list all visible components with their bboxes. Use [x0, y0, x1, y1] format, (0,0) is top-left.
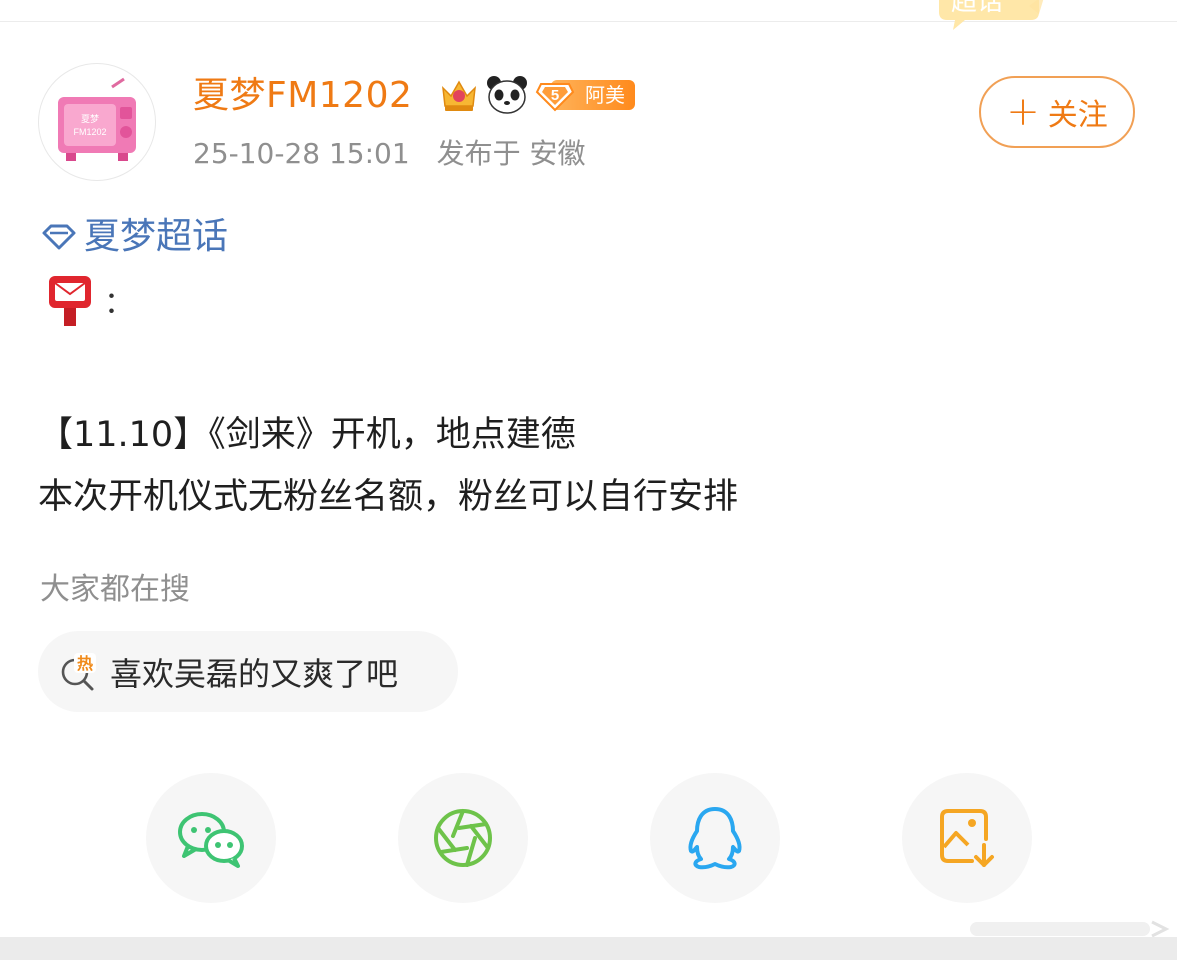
mailbox-colon: ： [104, 286, 134, 321]
super-topic-badge-text: 超话 [951, 0, 1003, 16]
follow-button[interactable]: + 关注 [979, 76, 1135, 148]
crown-icon[interactable] [437, 74, 481, 116]
avatar-caption-bottom: FM1202 [73, 127, 106, 137]
fan-level-badge[interactable]: 5 阿美 [535, 78, 635, 112]
super-topic-badge-icon: 超话 [939, 0, 1044, 30]
avatar-radio-icon: 夏梦 FM1202 [58, 77, 136, 161]
username[interactable]: 夏梦FM1202 [193, 72, 412, 120]
mailbox-line: ： [46, 274, 134, 326]
bottom-bar [0, 937, 1177, 960]
super-topic-label: 夏梦超话 [84, 216, 229, 257]
hot-search-icon: 热 [61, 652, 96, 690]
plus-icon: + [1006, 89, 1040, 135]
super-topic-link[interactable]: 夏梦超话 [40, 212, 228, 262]
post-body: 【11.10】《剑来》开机，地点建德 本次开机仪式无粉丝名额，粉丝可以自行安排 [38, 404, 738, 528]
post-body-line: 本次开机仪式无粉丝名额，粉丝可以自行安排 [38, 477, 739, 517]
hot-badge-text: 热 [77, 654, 93, 673]
weibo-post-page: 超话 夏梦 FM1202 夏梦FM1202 5 阿美 25-10-28 15:0… [0, 0, 1177, 960]
level-diamond-icon: 5 [535, 83, 575, 112]
user-badges: 5 阿美 [437, 74, 635, 116]
share-qq-button[interactable] [650, 773, 780, 903]
share-moments-button[interactable] [398, 773, 528, 903]
share-wechat-button[interactable] [146, 773, 276, 903]
post-body-line: 【11.10】《剑来》开机，地点建德 [38, 415, 576, 455]
level-number: 5 [551, 87, 559, 104]
trending-search-caption: 大家都在搜 [40, 572, 190, 607]
avatar[interactable]: 夏梦 FM1202 [38, 63, 156, 181]
moments-icon [434, 809, 492, 867]
follow-label: 关注 [1047, 98, 1108, 133]
avatar-caption-top: 夏梦 [81, 114, 99, 124]
diamond-icon [42, 224, 76, 250]
trending-search-chip[interactable]: 热 喜欢吴磊的又爽了吧 [38, 631, 458, 712]
trending-search-query: 喜欢吴磊的又爽了吧 [110, 654, 399, 693]
post-location: 发布于 安徽 [436, 137, 586, 170]
share-row [0, 773, 1177, 903]
postbox-icon [49, 276, 91, 326]
save-image-button[interactable] [902, 773, 1032, 903]
post-timestamp: 25-10-28 15:01 [193, 137, 410, 170]
qq-icon [688, 807, 742, 870]
save-image-icon [940, 809, 994, 867]
post-meta: 25-10-28 15:01 发布于 安徽 [193, 134, 586, 174]
panda-icon[interactable] [485, 74, 529, 116]
wechat-icon [178, 812, 244, 868]
